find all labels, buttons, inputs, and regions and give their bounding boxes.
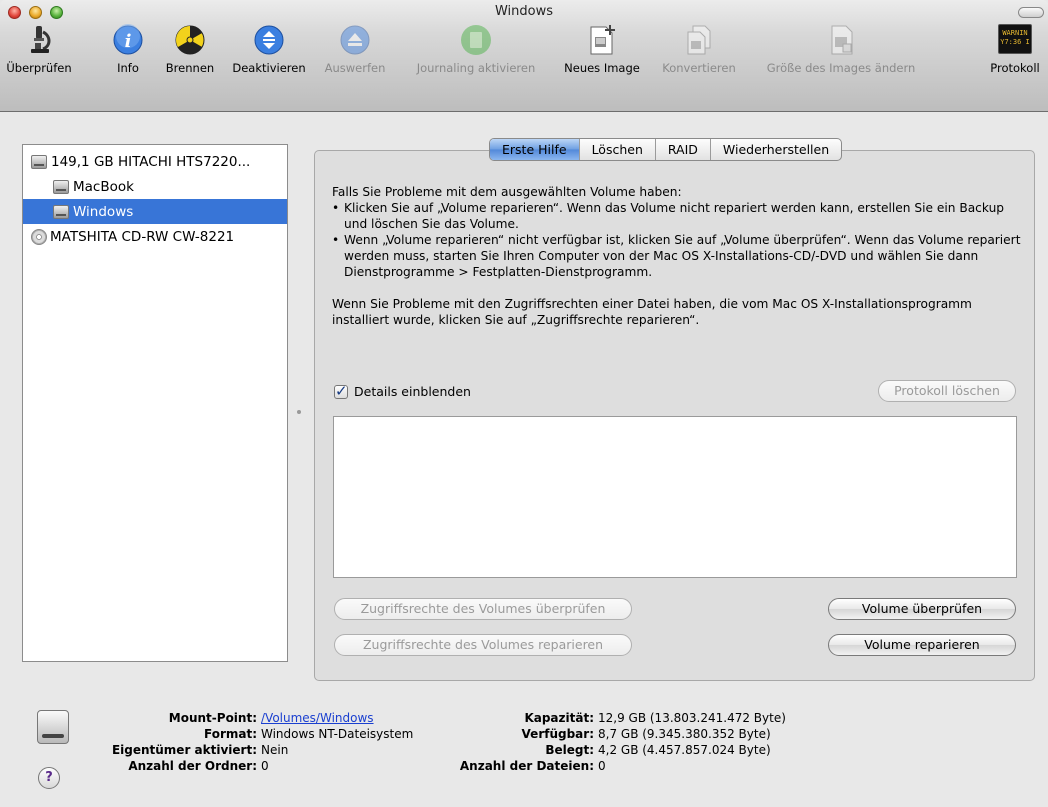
info-capacity: Kapazität: 12,9 GB (13.803.241.472 Byte) xyxy=(524,711,786,725)
verify-permissions-button[interactable]: Zugriffsrechte des Volumes überprüfen xyxy=(334,598,632,620)
toolbar-new-image-button[interactable]: Neues Image xyxy=(558,24,646,75)
sidebar-item-windows[interactable]: Windows xyxy=(23,199,287,224)
repair-volume-button[interactable]: Volume reparieren xyxy=(828,634,1016,656)
burn-icon xyxy=(174,24,206,56)
checkbox-checked[interactable] xyxy=(334,382,348,400)
sidebar-item-label: Windows xyxy=(73,203,134,220)
permissions-note: Wenn Sie Probleme mit den Zugriffsrechte… xyxy=(332,297,972,327)
instructions-bullet: • Wenn „Volume reparieren“ nicht verfügb… xyxy=(332,233,1021,279)
info-folders: Anzahl der Ordner: 0 xyxy=(128,759,269,773)
toolbar-info-button[interactable]: i Info xyxy=(110,24,146,75)
show-details-checkbox[interactable]: Details einblenden xyxy=(334,382,471,400)
disk-utility-window: Windows Überprüfen i Info Brennen Deakti… xyxy=(0,0,1048,807)
toolbar-toggle-button[interactable] xyxy=(1018,7,1044,18)
new-image-icon xyxy=(586,24,618,56)
show-details-label: Details einblenden xyxy=(354,384,471,399)
info-available: Verfügbar: 8,7 GB (9.345.380.352 Byte) xyxy=(521,727,771,741)
hard-disk-icon xyxy=(31,154,47,169)
toolbar-resize-image-button[interactable]: Größe des Images ändern xyxy=(752,24,930,75)
volume-icon xyxy=(53,204,69,219)
convert-icon xyxy=(683,24,715,56)
device-list: 149,1 GB HITACHI HTS7220... MacBook Wind… xyxy=(22,144,288,662)
log-icon-screen: WARNIN Y7:36 I xyxy=(998,24,1032,54)
tab-erase[interactable]: Löschen xyxy=(580,139,656,160)
tab-restore[interactable]: Wiederherstellen xyxy=(711,139,841,160)
microscope-icon xyxy=(23,24,55,56)
title-toolbar: Windows Überprüfen i Info Brennen Deakti… xyxy=(0,0,1048,112)
toolbar-eject-button[interactable]: Auswerfen xyxy=(316,24,394,75)
instructions-intro: Falls Sie Probleme mit dem ausgewählten … xyxy=(332,185,682,199)
toolbar-journaling-button[interactable]: Journaling aktivieren xyxy=(398,24,554,75)
toolbar-verify-button[interactable]: Überprüfen xyxy=(2,24,76,75)
sidebar-item-macbook[interactable]: MacBook xyxy=(23,174,287,199)
sidebar-item-label: MATSHITA CD-RW CW-8221 xyxy=(50,228,235,245)
split-view-handle[interactable] xyxy=(297,410,301,414)
toolbar-log-button[interactable]: WARNIN Y7:36 I Protokoll xyxy=(982,24,1048,75)
tab-raid[interactable]: RAID xyxy=(656,139,711,160)
toolbar-unmount-button[interactable]: Deaktivieren xyxy=(226,24,312,75)
sidebar-item-label: 149,1 GB HITACHI HTS7220... xyxy=(51,153,251,170)
first-aid-instructions: Falls Sie Probleme mit dem ausgewählten … xyxy=(332,184,1022,328)
sidebar-item-hitachi-disk[interactable]: 149,1 GB HITACHI HTS7220... xyxy=(23,149,287,174)
tab-first-aid[interactable]: Erste Hilfe xyxy=(490,139,580,160)
log-output-area[interactable] xyxy=(333,416,1017,578)
toolbar: Überprüfen i Info Brennen Deaktivieren A… xyxy=(0,24,1048,108)
resize-image-icon xyxy=(825,24,857,56)
mount-point-link[interactable]: /Volumes/Windows xyxy=(261,711,374,725)
volume-info-bar: ? Mount-Point:/Volumes/Windows Format: Wi… xyxy=(0,690,1048,807)
instructions-bullet: • Klicken Sie auf „Volume reparieren“. W… xyxy=(332,201,1005,231)
sidebar-item-cd-drive[interactable]: MATSHITA CD-RW CW-8221 xyxy=(23,224,287,249)
toolbar-convert-button[interactable]: Konvertieren xyxy=(652,24,746,75)
volume-icon xyxy=(53,179,69,194)
eject-icon xyxy=(339,24,371,56)
unmount-icon xyxy=(253,24,285,56)
repair-permissions-button[interactable]: Zugriffsrechte des Volumes reparieren xyxy=(334,634,632,656)
log-icon: WARNIN Y7:36 I xyxy=(998,24,1032,56)
verify-volume-button[interactable]: Volume überprüfen xyxy=(828,598,1016,620)
info-icon: i xyxy=(112,24,144,56)
info-owners: Eigentümer aktiviert: Nein xyxy=(111,743,289,757)
info-files: Anzahl der Dateien: 0 xyxy=(459,759,606,773)
toolbar-burn-button[interactable]: Brennen xyxy=(160,24,220,75)
sidebar-item-label: MacBook xyxy=(73,178,134,195)
clear-log-button[interactable]: Protokoll löschen xyxy=(878,380,1016,402)
journaling-icon xyxy=(460,24,492,56)
optical-drive-icon xyxy=(31,228,47,245)
info-used: Belegt: 4,2 GB (4.457.857.024 Byte) xyxy=(545,743,771,757)
window-title: Windows xyxy=(494,4,554,19)
svg-text:i: i xyxy=(125,31,132,52)
info-format: Format: Windows NT-Dateisystem xyxy=(203,727,414,741)
tab-bar: Erste Hilfe Löschen RAID Wiederherstelle… xyxy=(489,138,843,161)
info-mount-point: Mount-Point:/Volumes/Windows xyxy=(168,711,374,725)
